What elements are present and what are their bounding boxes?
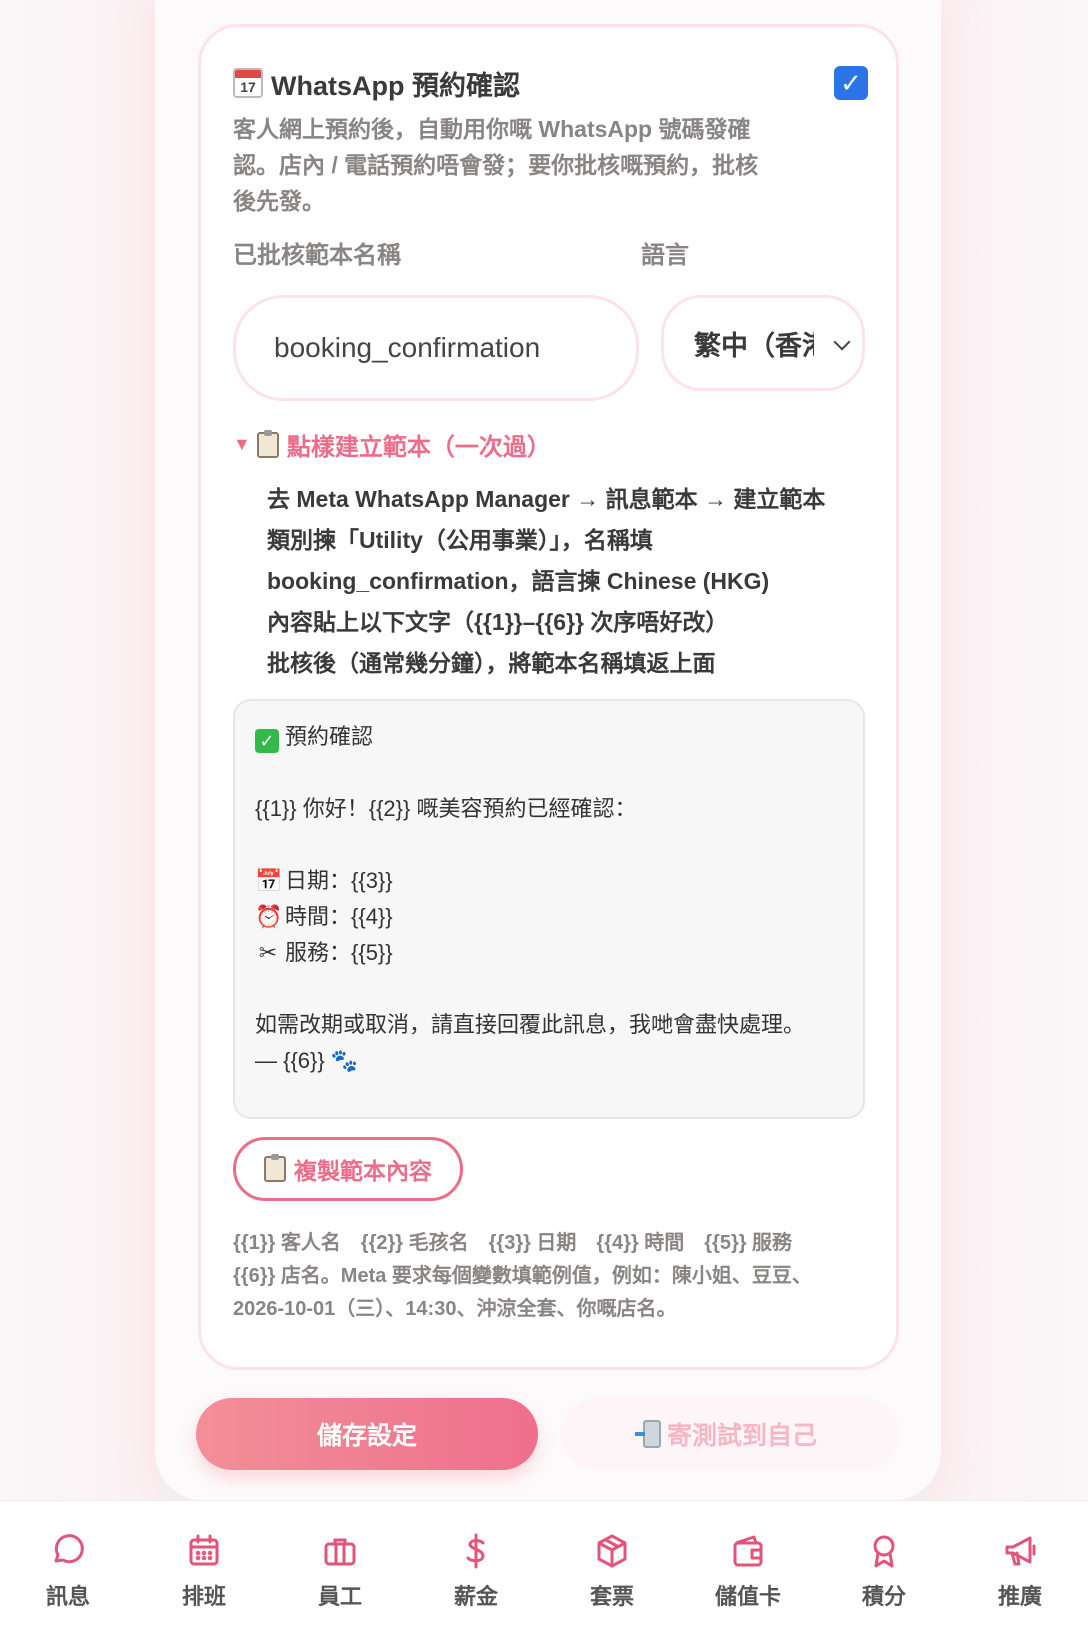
briefcase-icon [324, 1538, 356, 1566]
package-icon [597, 1534, 627, 1568]
template-date-line: 📅 日期：{{3}} [255, 863, 843, 899]
calendar-emoji-icon: 17 [233, 68, 263, 98]
send-test-button[interactable]: 寄測試到自己 [560, 1398, 900, 1470]
language-select-value: 繁中（香港） [694, 330, 814, 361]
copy-template-label: 複製範本內容 [294, 1158, 432, 1184]
chat-icon [54, 1534, 84, 1564]
template-closing: 如需改期或取消，請直接回覆此訊息，我哋會盡快處理。 [255, 1012, 806, 1037]
mobile-arrow-icon [634, 1420, 661, 1448]
guide-step: 去 Meta WhatsApp Manager → 訊息範本 → 建立範本 [267, 486, 826, 512]
nav-item-schedule[interactable]: 排班 [136, 1501, 272, 1640]
template-name-input[interactable]: booking_confirmation [233, 295, 639, 401]
wallet-icon [733, 1535, 763, 1567]
nav-label: 套票 [589, 1584, 634, 1609]
nav-label: 薪金 [453, 1584, 498, 1609]
template-greeting: {{1}} 你好！{{2}} 嘅美容預約已經確認： [255, 796, 637, 821]
nav-label: 儲值卡 [714, 1584, 781, 1609]
nav-item-points[interactable]: 積分 [816, 1501, 952, 1640]
template-service: 服務：{{5}} [285, 940, 393, 965]
template-time: 時間：{{4}} [285, 904, 393, 929]
template-name-label: 已批核範本名稱 [233, 242, 401, 269]
template-heading: 預約確認 [285, 724, 374, 749]
guide-toggle[interactable]: ▼ 點樣建立範本（一次過） [233, 427, 551, 462]
enable-checkbox[interactable]: ✓ [834, 66, 868, 100]
card-description: 客人網上預約後，自動用你嘅 WhatsApp 號碼發確 認。店內 / 電話預約唔… [233, 111, 803, 219]
save-settings-button[interactable]: 儲存設定 [196, 1398, 538, 1470]
guide-step: 類別揀「Utility（公用事業）」，名稱填 [267, 527, 653, 553]
calendar-icon [189, 1534, 219, 1566]
language-label: 語言 [641, 242, 689, 269]
background-left [0, 0, 160, 1500]
award-icon [873, 1535, 895, 1568]
card-title: WhatsApp 預約確認 [271, 70, 520, 101]
description-line: 客人網上預約後，自動用你嘅 WhatsApp 號碼發確 [233, 116, 751, 142]
nav-item-salary[interactable]: 薪金 [408, 1501, 544, 1640]
template-date: 日期：{{3}} [285, 868, 393, 893]
chevron-down-icon [833, 333, 851, 351]
language-select[interactable]: 繁中（香港） [661, 295, 865, 391]
nav-label: 訊息 [45, 1584, 90, 1609]
clipboard-icon [264, 1154, 286, 1182]
variables-note: {{1}} 客人名 {{2}} 毛孩名 {{3}} 日期 {{4}} 時間 {{… [233, 1232, 813, 1320]
template-preview: ✓ 預約確認 {{1}} 你好！{{2}} 嘅美容預約已經確認： 📅 日期：{{3}… [233, 699, 865, 1119]
calendar-day: 17 [240, 79, 256, 95]
guide-step: booking_confirmation，語言揀 Chinese (HKG) [267, 568, 770, 594]
send-test-label: 寄測試到自己 [666, 1422, 817, 1450]
calendar-icon: 📅 [255, 868, 283, 893]
guide-step: 內容貼上以下文字（{{1}}–{{6}} 次序唔好改） [267, 609, 729, 635]
clipboard-icon [256, 429, 279, 458]
nav-label: 員工 [317, 1584, 362, 1609]
guide-summary-text: 點樣建立範本（一次過） [286, 434, 551, 461]
template-time-line: ⏰ 時間：{{4}} [255, 899, 843, 935]
card-header: 17 WhatsApp 預約確認 ✓ [233, 63, 868, 103]
scissors-icon: ✂ [258, 940, 278, 965]
nav-item-stored-value[interactable]: 儲值卡 [680, 1501, 816, 1640]
guide-step: 批核後（通常幾分鐘），將範本名稱填返上面 [267, 650, 716, 676]
nav-item-staff[interactable]: 員工 [272, 1501, 408, 1640]
check-mark-icon: ✓ [255, 729, 279, 753]
guide-steps: 去 Meta WhatsApp Manager → 訊息範本 → 建立範本 類別… [267, 479, 847, 684]
nav-item-promotion[interactable]: 推廣 [952, 1501, 1088, 1640]
bottom-nav: 訊息 排班 員工 薪金 套票 儲值卡 積分 推廣 [0, 1500, 1088, 1640]
template-heading-line: ✓ 預約確認 [255, 719, 843, 755]
whatsapp-confirmation-card: 17 WhatsApp 預約確認 ✓ 客人網上預約後，自動用你嘅 WhatsAp… [198, 24, 899, 1370]
nav-label: 推廣 [997, 1584, 1042, 1609]
template-service-line: ✂ 服務：{{5}} [255, 935, 843, 971]
dollar-icon [466, 1533, 485, 1569]
alarm-clock-icon: ⏰ [255, 904, 283, 929]
description-line: 認。店內 / 電話預約唔會發；要你批核嘅預約，批核 [233, 152, 759, 178]
disclosure-triangle-icon: ▼ [233, 434, 251, 454]
background-right [928, 0, 1088, 1500]
template-signature: — {{6}} 🐾 [255, 1048, 359, 1073]
nav-item-messages[interactable]: 訊息 [0, 1501, 136, 1640]
nav-item-packages[interactable]: 套票 [544, 1501, 680, 1640]
megaphone-icon [1005, 1536, 1036, 1566]
nav-label: 排班 [181, 1584, 226, 1609]
description-line: 後先發。 [233, 188, 325, 214]
copy-template-button[interactable]: 複製範本內容 [233, 1137, 463, 1201]
nav-label: 積分 [861, 1584, 906, 1609]
